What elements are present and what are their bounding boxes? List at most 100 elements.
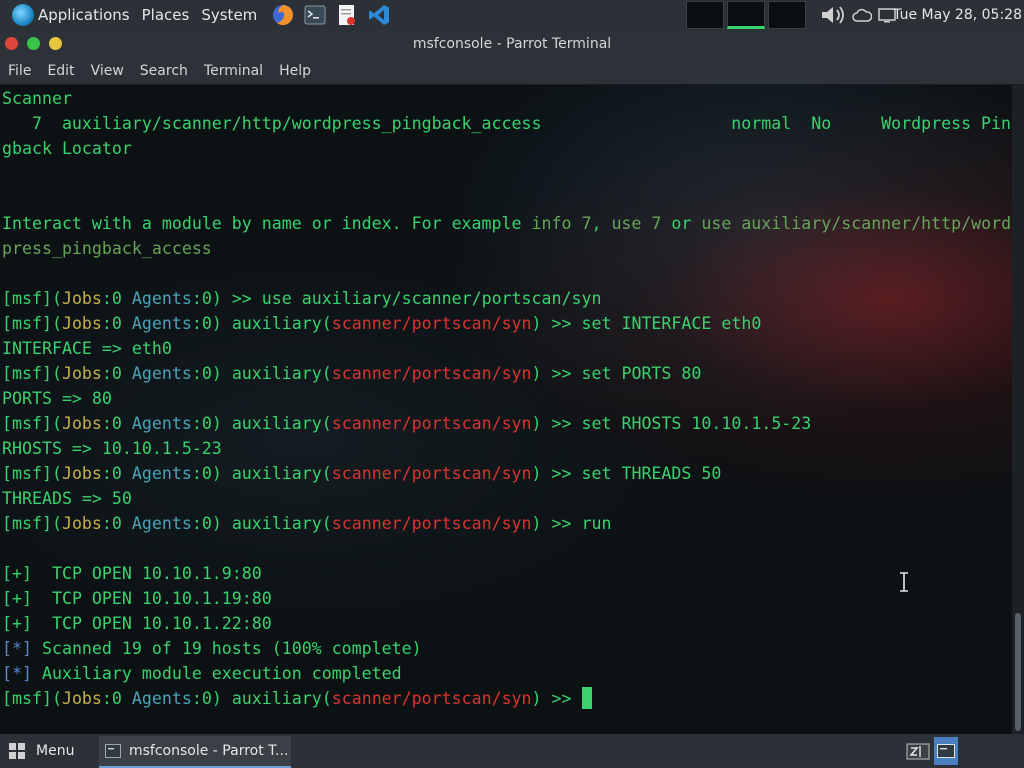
places-menu[interactable]: Places [136,0,196,30]
vscode-icon[interactable] [367,3,391,27]
workspace-1[interactable] [686,1,724,29]
terminal-text-segment: [msf] [2,689,52,708]
menu-grid-icon [9,743,25,759]
terminal-text-segment: use auxiliary/scanner/http/word [701,214,1012,233]
firefox-icon[interactable] [271,3,295,27]
menu-edit[interactable]: Edit [39,63,82,79]
terminal-text-segment: ) >> set THREADS 50 [531,464,722,483]
terminal-text-segment: scanner/portscan/syn [331,464,532,483]
terminal-text-segment: ( [51,314,62,333]
terminal-text-segment: Jobs [61,364,102,383]
menu-search[interactable]: Search [132,63,196,79]
terminal-line: [*] Auxiliary module execution completed [2,661,1011,686]
bottom-panel: Menu msfconsole - Parrot T... [0,734,1024,768]
terminal-text-segment: Scanner [2,89,72,108]
terminal-text-segment: :0) auxiliary( [191,514,332,533]
terminal-tray-icon[interactable] [934,737,958,765]
terminal-text-segment: ) >> [531,689,582,708]
terminal-line: THREADS => 50 [2,486,1011,511]
terminal-text-segment: TCP OPEN 10.10.1.9:80 [31,564,262,583]
terminal-text-segment: THREADS => 50 [2,489,132,508]
terminal-text-segment: :0 [101,464,132,483]
terminal-text-segment: Agents [131,464,192,483]
terminal-text-segment: scanner/portscan/syn [331,514,532,533]
terminal-text-segment: :0 [101,314,132,333]
system-menu[interactable]: System [195,0,263,30]
terminal-text-segment: , [591,214,612,233]
terminal-text-segment: PORTS => 80 [2,389,112,408]
terminal-line: [msf](Jobs:0 Agents:0) auxiliary(scanner… [2,361,1011,386]
terminal-line: [msf](Jobs:0 Agents:0) auxiliary(scanner… [2,411,1011,436]
terminal-text-segment: :0) >> use auxiliary/scanner/portscan/sy… [191,289,602,308]
editor-tray-icon[interactable] [906,741,930,765]
applications-menu[interactable]: Applications [0,0,136,30]
volume-icon[interactable] [820,4,850,30]
terminal-text-segment: ) >> set PORTS 80 [531,364,702,383]
terminal-text-segment: Auxiliary module execution completed [31,664,402,683]
terminal-text-segment: [msf] [2,364,52,383]
workspace-2[interactable] [727,1,765,29]
terminal-text-segment: :0) auxiliary( [191,314,332,333]
window-title: msfconsole - Parrot Terminal [412,36,612,52]
terminal-text-segment: [*] [2,639,32,658]
terminal-text-segment: Jobs [61,414,102,433]
terminal-text-segment: [+] [2,589,32,608]
terminal-line: [+] TCP OPEN 10.10.1.22:80 [2,611,1011,636]
terminal-text-segment: Scanned 19 of 19 hosts (100% complete) [31,639,422,658]
terminal-text-segment: scanner/portscan/syn [331,364,532,383]
taskbar-msfconsole-button[interactable]: msfconsole - Parrot T... [99,736,291,768]
clock[interactable]: Tue May 28, 05:28 [893,0,1022,30]
terminal-text-segment: :0 [101,289,132,308]
terminal-text-segment: info 7 [531,214,592,233]
terminal-text-segment: scanner/portscan/syn [331,414,532,433]
terminal-launcher-icon[interactable] [303,3,327,27]
workspace-3[interactable] [768,1,806,29]
menu-button[interactable]: Menu [8,734,74,768]
text-editor-icon[interactable] [335,3,359,27]
terminal-text-segment: :0) auxiliary( [191,464,332,483]
terminal-text-segment: :0) auxiliary( [191,364,332,383]
parrot-logo-icon [12,4,34,26]
applications-label: Applications [38,6,130,24]
terminal-text-segment: Agents [131,289,192,308]
terminal-text-segment: [msf] [2,514,52,533]
terminal-text-segment: Agents [131,689,192,708]
terminal-text-segment: ) >> set INTERFACE eth0 [531,314,762,333]
menu-help[interactable]: Help [271,63,319,79]
clock-label: Tue May 28, 05:28 [893,7,1022,23]
terminal-text-segment: Agents [131,514,192,533]
terminal-line: PORTS => 80 [2,386,1011,411]
terminal-text-segment: INTERFACE => eth0 [2,339,172,358]
terminal-line: Scanner [2,86,1011,111]
terminal-text-segment: Jobs [61,289,102,308]
terminal-text-segment: ( [51,289,62,308]
menu-file[interactable]: File [0,63,39,79]
terminal-text-segment: use 7 [611,214,662,233]
terminal-output-area[interactable]: Scanner 7 auxiliary/scanner/http/wordpre… [0,85,1012,734]
system-label: System [201,6,258,24]
window-title-bar[interactable]: msfconsole - Parrot Terminal [0,30,1024,58]
terminal-text-segment: ) >> set RHOSTS 10.10.1.5-23 [531,414,812,433]
menu-terminal[interactable]: Terminal [196,63,271,79]
terminal-text-segment: Jobs [61,314,102,333]
terminal-text-segment: Jobs [61,689,102,708]
scrollbar-thumb[interactable] [1015,613,1021,731]
menu-view[interactable]: View [83,63,132,79]
weather-icon[interactable] [852,7,873,27]
terminal-text-segment: Agents [131,364,192,383]
terminal-text-segment: gback Locator [2,139,132,158]
terminal-line: gback Locator [2,136,1011,161]
terminal-text-segment: 7 auxiliary/scanner/http/wordpress_pingb… [2,114,1012,133]
terminal-text-segment: RHOSTS => 10.10.1.5-23 [2,439,222,458]
terminal-text-segment: scanner/portscan/syn [331,314,532,333]
terminal-scrollbar[interactable] [1012,85,1024,734]
terminal-line: 7 auxiliary/scanner/http/wordpress_pingb… [2,111,1011,136]
terminal-line: Interact with a module by name or index.… [2,211,1011,236]
terminal-text-segment: Agents [131,414,192,433]
terminal-text-segment: [msf] [2,464,52,483]
terminal-line: [msf](Jobs:0 Agents:0) auxiliary(scanner… [2,686,1011,711]
